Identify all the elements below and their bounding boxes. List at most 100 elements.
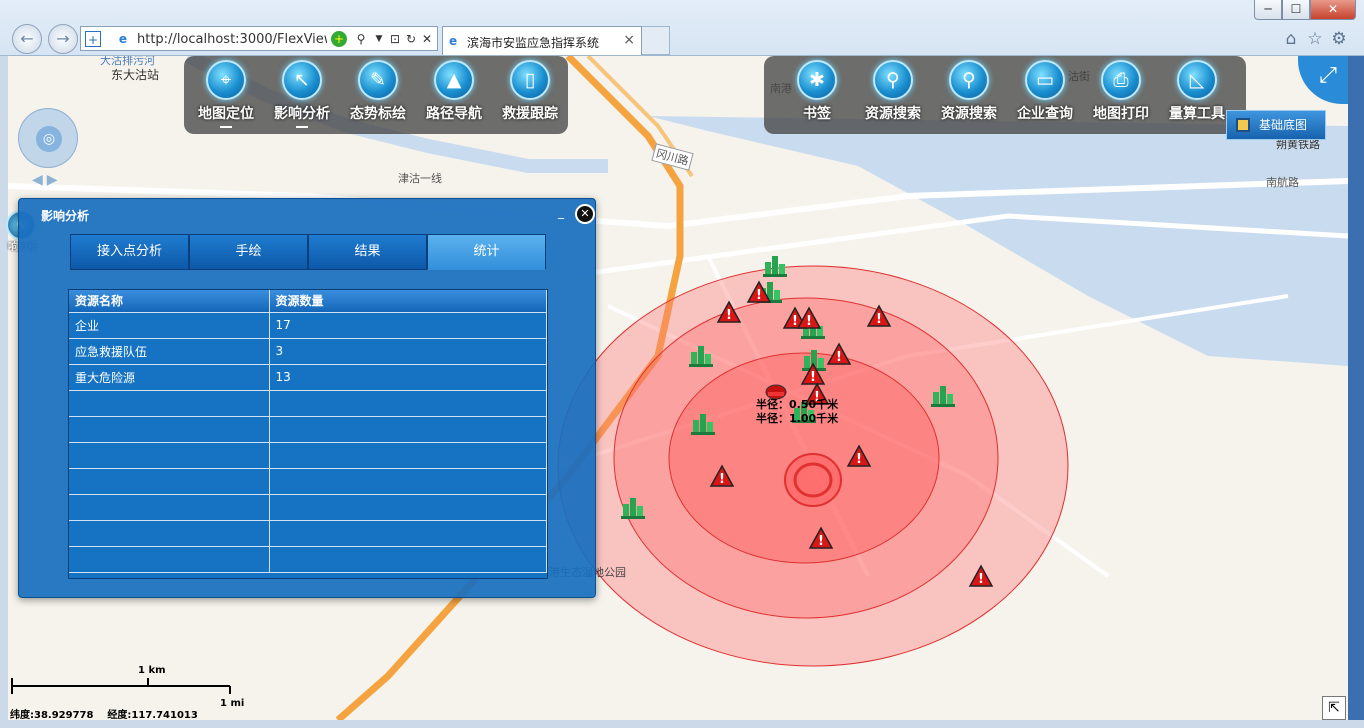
pan-control[interactable]: ◎ — [18, 108, 78, 168]
lon-label: 经度: — [107, 710, 132, 721]
search-map-icon[interactable]: ⚲ — [949, 60, 989, 100]
empty-cell — [69, 494, 270, 521]
stop-icon[interactable]: ✕ — [419, 31, 435, 47]
minimize-button[interactable]: ─ — [1254, 0, 1282, 20]
secondary-tool-5[interactable]: ◺ 量算工具 — [1160, 60, 1234, 123]
secondary-tool-2[interactable]: ⚲ 资源搜索 — [932, 60, 1006, 123]
secondary-tool-0[interactable]: ✱ 书签 — [780, 60, 854, 123]
compat-icon[interactable]: + — [85, 31, 101, 47]
phone-icon[interactable]: ▯ — [510, 60, 550, 100]
addon-icon[interactable]: + — [331, 31, 347, 47]
ie-logo-icon: e — [449, 34, 458, 48]
svg-text:!: ! — [818, 534, 824, 549]
resource-count: 13 — [269, 364, 547, 391]
compat-view-icon[interactable]: ⊡ — [387, 31, 403, 47]
url-text[interactable]: http://localhost:3000/FlexViewer, — [137, 32, 327, 47]
panel-tab-0[interactable]: 接入点分析 — [70, 234, 189, 270]
table-row-empty — [69, 416, 547, 443]
search-map-icon[interactable]: ⚲ — [873, 60, 913, 100]
tool-label: 地图定位 — [198, 106, 254, 122]
map-label-station: 东大沽站 — [111, 68, 160, 82]
empty-cell — [69, 416, 270, 443]
search-icon[interactable]: ⚲ — [353, 31, 369, 47]
forward-arrow-icon[interactable]: → — [48, 24, 78, 54]
secondary-tool-3[interactable]: ▭ 企业查询 — [1008, 60, 1082, 123]
globe-icon[interactable]: ◎ — [36, 126, 62, 152]
ruler-icon[interactable]: ◺ — [1177, 60, 1217, 100]
home-icon[interactable]: ⌂ — [1280, 28, 1302, 50]
favorites-star-icon[interactable]: ☆ — [1304, 28, 1326, 50]
svg-text:!: ! — [726, 308, 732, 323]
empty-cell — [269, 468, 547, 495]
camera-icon[interactable]: ▭ — [1025, 60, 1065, 100]
panel-tab-3[interactable]: 统计 — [427, 234, 546, 270]
tool-label: 书签 — [803, 106, 831, 122]
main-tool-4[interactable]: ▯ 救援跟踪 — [493, 60, 567, 123]
resource-name: 应急救援队伍 — [69, 338, 270, 365]
main-tool-0[interactable]: ⌖ 地图定位 — [189, 60, 263, 128]
refresh-icon[interactable]: ↻ — [403, 31, 419, 47]
dropdown-icon[interactable]: ▼ — [371, 31, 387, 47]
empty-cell — [69, 390, 270, 417]
lon-value: 117.741013 — [131, 710, 198, 721]
resource-name: 企业 — [69, 312, 270, 339]
back-arrow-icon[interactable]: ← — [12, 24, 42, 54]
table-row[interactable]: 重大危险源 13 — [69, 364, 547, 391]
lat-label: 纬度: — [10, 710, 34, 721]
window-border — [0, 56, 8, 728]
empty-cell — [69, 546, 270, 573]
active-indicator — [220, 126, 232, 128]
scale-bar: 1 km 1 mi — [11, 665, 244, 709]
column-header-name[interactable]: 资源名称 — [69, 290, 270, 313]
radius-label: 半径：1.00千米 — [756, 412, 839, 425]
overview-map-icon[interactable]: ⇱ — [1322, 696, 1346, 720]
right-collapse-bar[interactable] — [1348, 56, 1364, 728]
table-row-empty — [69, 390, 547, 417]
table-row[interactable]: 企业 17 — [69, 312, 547, 339]
panel-tab-2[interactable]: 结果 — [308, 234, 427, 270]
browser-tab[interactable]: e 滨海市安监应急指挥系统 × — [442, 26, 642, 55]
navigation-arrow-icon[interactable]: ▲ — [434, 60, 474, 100]
svg-text:!: ! — [792, 314, 798, 329]
basemap-label: 基础底图 — [1259, 118, 1308, 132]
printer-icon[interactable]: ⎙ — [1101, 60, 1141, 100]
main-tool-3[interactable]: ▲ 路径导航 — [417, 60, 491, 123]
panel-tab-1[interactable]: 手绘 — [189, 234, 308, 270]
svg-text:!: ! — [810, 370, 816, 385]
pointer-icon[interactable]: ↖ — [282, 60, 322, 100]
column-header-count[interactable]: 资源数量 — [269, 290, 547, 313]
zoom-arrows[interactable]: ◀▶ — [32, 172, 66, 190]
pencil-icon[interactable]: ✎ — [358, 60, 398, 100]
tab-close-icon[interactable]: × — [623, 32, 635, 48]
buffer-center — [784, 453, 842, 507]
basemap-button[interactable]: 基础底图 — [1226, 110, 1326, 140]
main-tool-1[interactable]: ↖ 影响分析 — [265, 60, 339, 128]
maximize-button[interactable]: ☐ — [1282, 0, 1310, 20]
empty-cell — [269, 520, 547, 547]
crosshair-icon[interactable]: ⌖ — [206, 60, 246, 100]
maple-leaf-icon[interactable]: ✱ — [797, 60, 837, 100]
tool-label: 影响分析 — [274, 106, 330, 122]
secondary-tool-1[interactable]: ⚲ 资源搜索 — [856, 60, 930, 123]
address-bar[interactable]: + e http://localhost:3000/FlexViewer, + … — [80, 26, 438, 51]
gear-icon[interactable]: ⚙ — [1328, 28, 1350, 50]
svg-text:!: ! — [856, 452, 862, 467]
secondary-tool-4[interactable]: ⎙ 地图打印 — [1084, 60, 1158, 123]
resource-count: 17 — [269, 312, 547, 339]
tool-label: 路径导航 — [426, 106, 482, 122]
tool-label: 态势标绘 — [350, 106, 406, 122]
tool-label: 量算工具 — [1169, 106, 1225, 122]
panel-close-button[interactable]: ✕ — [575, 204, 595, 224]
new-tab-button[interactable] — [642, 26, 670, 55]
table-row[interactable]: 应急救援队伍 3 — [69, 338, 547, 365]
map-label-road: 南航路 — [1266, 176, 1299, 189]
panel-minimize-button[interactable]: _ — [558, 205, 564, 219]
empty-cell — [269, 442, 547, 469]
panel-tabs: 接入点分析 手绘 结果 统计 — [70, 234, 546, 270]
close-window-button[interactable]: ✕ — [1310, 0, 1356, 20]
enterprise-marker[interactable] — [763, 256, 787, 277]
ie-logo-icon: e — [118, 32, 128, 46]
table-row-empty — [69, 546, 547, 573]
main-tool-2[interactable]: ✎ 态势标绘 — [341, 60, 415, 123]
tool-label: 救援跟踪 — [502, 106, 558, 122]
